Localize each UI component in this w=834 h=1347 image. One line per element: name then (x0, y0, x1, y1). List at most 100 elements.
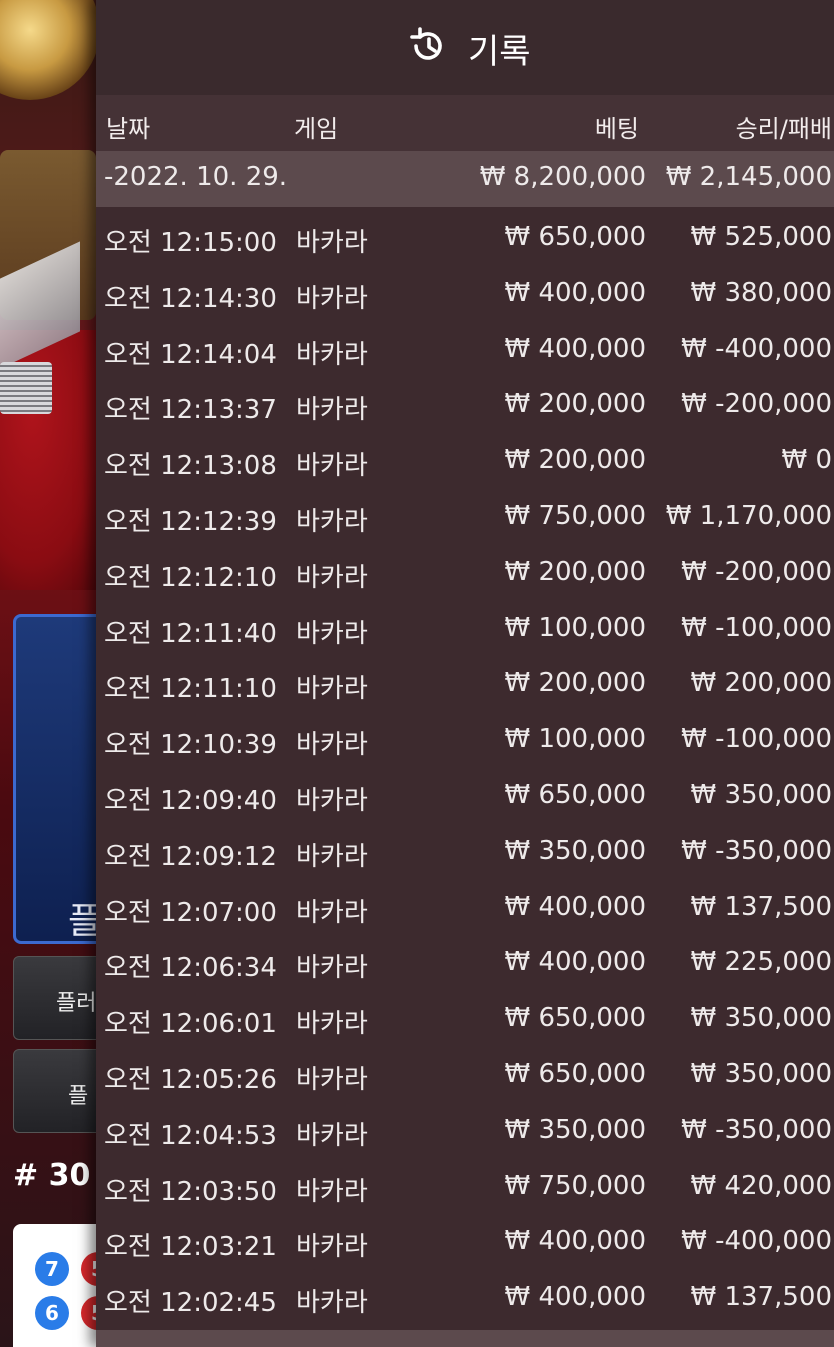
round-number: # 30 (13, 1158, 91, 1193)
row-time: 오전 12:09:40 (104, 785, 277, 816)
row-time: 오전 12:14:30 (104, 283, 277, 314)
table-row[interactable]: 오전 12:03:21 바카라 ₩ 400,000 ₩ -400,000 (96, 1214, 834, 1270)
table-header: 날짜 게임 베팅 승리/패배 (96, 95, 834, 151)
next-date-group-row[interactable] (96, 1330, 834, 1347)
row-time: 오전 12:15:00 (104, 228, 277, 258)
date-group-result-total: ₩ 2,145,000 (665, 162, 832, 192)
row-bet: ₩ 400,000 (504, 947, 647, 978)
row-game: 바카라 (296, 1120, 368, 1151)
table-row[interactable]: 오전 12:12:10 바카라 ₩ 200,000 ₩ -200,000 (96, 545, 834, 601)
road-dot: 7 (35, 1252, 69, 1286)
table-row[interactable]: 오전 12:06:01 바카라 ₩ 650,000 ₩ 350,000 (96, 991, 834, 1047)
table-row[interactable]: 오전 12:11:10 바카라 ₩ 200,000 ₩ 200,000 (96, 656, 834, 712)
row-result: ₩ 0 (781, 445, 832, 476)
row-time: 오전 12:09:12 (104, 841, 277, 872)
row-bet: ₩ 100,000 (504, 724, 647, 755)
card-stack-image (0, 362, 52, 414)
table-row[interactable]: 오전 12:04:53 바카라 ₩ 350,000 ₩ -350,000 (96, 1103, 834, 1159)
row-bet: ₩ 350,000 (504, 835, 647, 866)
table-row[interactable]: 오전 12:14:30 바카라 ₩ 400,000 ₩ 380,000 (96, 266, 834, 322)
row-time: 오전 12:02:45 (104, 1288, 277, 1319)
row-time: 오전 12:13:08 (104, 451, 277, 482)
row-result: ₩ 350,000 (690, 1058, 833, 1089)
row-result: ₩ 420,000 (690, 1170, 833, 1201)
row-game: 바카라 (296, 1232, 368, 1263)
player-bonus-label: 플 (68, 1084, 89, 1109)
row-bet: ₩ 400,000 (504, 1282, 647, 1313)
row-result: ₩ -200,000 (681, 556, 832, 587)
row-bet: ₩ 400,000 (504, 277, 647, 308)
row-time: 오전 12:12:39 (104, 506, 277, 537)
table-row[interactable]: 오전 12:12:39 바카라 ₩ 750,000 ₩ 1,170,000 (96, 489, 834, 545)
table-row[interactable]: 오전 12:15:00 바카라 ₩ 650,000 ₩ 525,000 (96, 210, 834, 266)
row-bet: ₩ 200,000 (504, 668, 647, 699)
table-row[interactable]: 오전 12:10:39 바카라 ₩ 100,000 ₩ -100,000 (96, 712, 834, 768)
row-game: 바카라 (296, 1064, 368, 1095)
history-rows: 오전 12:15:00 바카라 ₩ 650,000 ₩ 525,000 오전 12:14… (96, 210, 834, 1326)
row-time: 오전 12:03:21 (104, 1232, 277, 1263)
date-group-date: -2022. 10. 29. (104, 162, 288, 192)
row-result: ₩ 350,000 (690, 779, 833, 810)
row-bet: ₩ 200,000 (504, 445, 647, 476)
row-game: 바카라 (296, 1009, 368, 1040)
row-bet: ₩ 650,000 (504, 1058, 647, 1089)
history-clock-icon (410, 27, 442, 60)
row-bet: ₩ 350,000 (504, 1114, 647, 1145)
row-game: 바카라 (296, 897, 368, 928)
row-result: ₩ 1,170,000 (665, 500, 832, 531)
row-time: 오전 12:11:10 (104, 674, 277, 705)
row-time: 오전 12:07:00 (104, 897, 277, 928)
row-result: ₩ 350,000 (690, 1003, 833, 1034)
row-result: ₩ 137,500 (690, 1282, 833, 1313)
row-time: 오전 12:14:04 (104, 339, 277, 370)
table-row[interactable]: 오전 12:13:37 바카라 ₩ 200,000 ₩ -200,000 (96, 377, 834, 433)
row-game: 바카라 (296, 730, 368, 761)
row-result: ₩ -100,000 (681, 612, 832, 643)
table-row[interactable]: 오전 12:14:04 바카라 ₩ 400,000 ₩ -400,000 (96, 322, 834, 378)
row-bet: ₩ 400,000 (504, 333, 647, 364)
row-result: ₩ 225,000 (690, 947, 833, 978)
row-time: 오전 12:12:10 (104, 562, 277, 593)
road-dot: 6 (35, 1296, 69, 1330)
row-result: ₩ 137,500 (690, 891, 833, 922)
row-time: 오전 12:03:50 (104, 1176, 277, 1207)
row-bet: ₩ 200,000 (504, 556, 647, 587)
row-game: 바카라 (296, 674, 368, 705)
row-game: 바카라 (296, 451, 368, 482)
column-header-result: 승리/패배 (735, 115, 832, 143)
row-time: 오전 12:11:40 (104, 618, 277, 649)
row-bet: ₩ 400,000 (504, 891, 647, 922)
row-bet: ₩ 650,000 (504, 1003, 647, 1034)
row-result: ₩ -350,000 (681, 835, 832, 866)
row-bet: ₩ 100,000 (504, 612, 647, 643)
row-bet: ₩ 400,000 (504, 1226, 647, 1257)
table-row[interactable]: 오전 12:02:45 바카라 ₩ 400,000 ₩ 137,500 (96, 1270, 834, 1326)
row-game: 바카라 (296, 785, 368, 816)
player-pair-label: 플러 (56, 991, 97, 1016)
date-group-bet-total: ₩ 8,200,000 (479, 162, 646, 192)
table-row[interactable]: 오전 12:13:08 바카라 ₩ 200,000 ₩ 0 (96, 433, 834, 489)
row-result: ₩ 525,000 (690, 222, 833, 252)
row-time: 오전 12:10:39 (104, 730, 277, 761)
row-bet: ₩ 650,000 (504, 222, 647, 252)
table-row[interactable]: 오전 12:06:34 바카라 ₩ 400,000 ₩ 225,000 (96, 935, 834, 991)
column-header-bet: 베팅 (594, 115, 639, 143)
chandelier-image (0, 0, 100, 100)
row-game: 바카라 (296, 339, 368, 370)
table-row[interactable]: 오전 12:09:12 바카라 ₩ 350,000 ₩ -350,000 (96, 824, 834, 880)
row-result: ₩ -400,000 (681, 1226, 832, 1257)
table-row[interactable]: 오전 12:07:00 바카라 ₩ 400,000 ₩ 137,500 (96, 880, 834, 936)
row-time: 오전 12:04:53 (104, 1120, 277, 1151)
table-row[interactable]: 오전 12:09:40 바카라 ₩ 650,000 ₩ 350,000 (96, 768, 834, 824)
row-time: 오전 12:06:01 (104, 1009, 277, 1040)
table-row[interactable]: 오전 12:11:40 바카라 ₩ 100,000 ₩ -100,000 (96, 601, 834, 657)
table-row[interactable]: 오전 12:03:50 바카라 ₩ 750,000 ₩ 420,000 (96, 1159, 834, 1215)
date-group-row[interactable]: -2022. 10. 29. ₩ 8,200,000 ₩ 2,145,000 (96, 151, 834, 207)
row-game: 바카라 (296, 395, 368, 426)
row-bet: ₩ 750,000 (504, 1170, 647, 1201)
row-game: 바카라 (296, 1176, 368, 1207)
row-game: 바카라 (296, 228, 368, 258)
table-row[interactable]: 오전 12:05:26 바카라 ₩ 650,000 ₩ 350,000 (96, 1047, 834, 1103)
row-result: ₩ 380,000 (690, 277, 833, 308)
row-game: 바카라 (296, 1288, 368, 1319)
